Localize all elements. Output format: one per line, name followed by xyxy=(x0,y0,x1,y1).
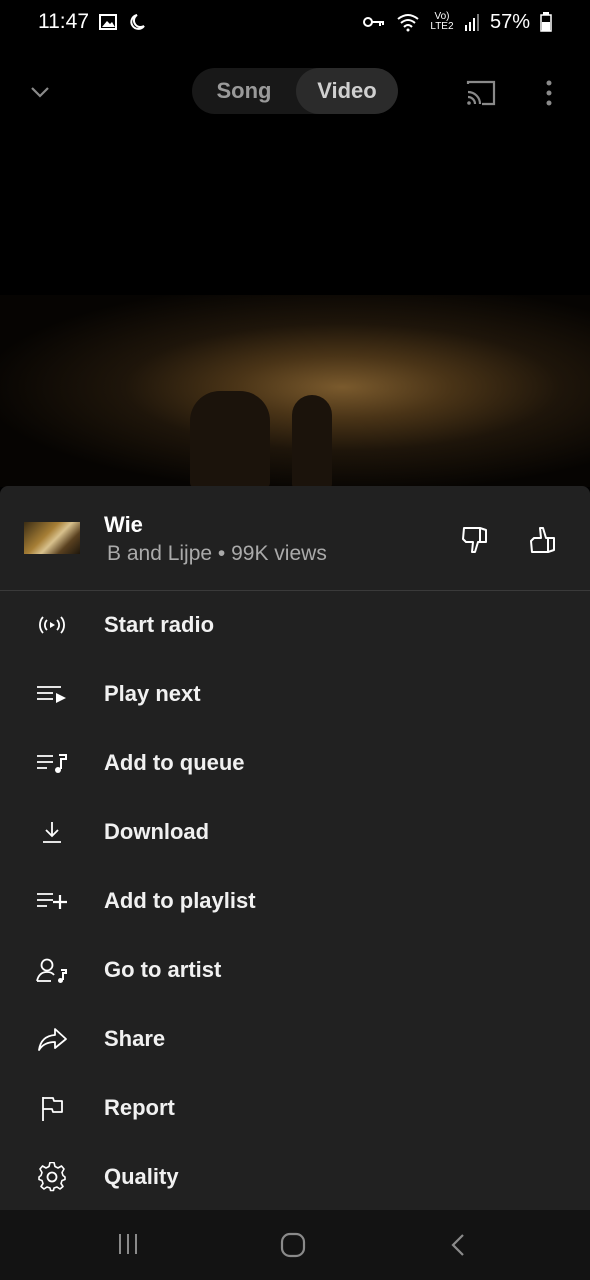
menu-item-add-to-playlist[interactable]: Add to playlist xyxy=(0,866,590,935)
menu-label-quality: Quality xyxy=(104,1163,179,1189)
track-subtitle: B and Lijpe • 99K views xyxy=(107,542,327,565)
menu-label-download: Download xyxy=(104,818,210,844)
back-icon[interactable] xyxy=(448,1232,468,1258)
queue-music-icon xyxy=(34,745,70,781)
system-nav-bar xyxy=(0,1210,590,1280)
thumb-up-icon[interactable] xyxy=(526,522,562,558)
battery-percent: 57% xyxy=(489,10,530,33)
key-icon xyxy=(362,17,384,27)
gallery-icon xyxy=(99,14,117,30)
menu-item-play-next[interactable]: Play next xyxy=(0,659,590,728)
status-left: 11:47 xyxy=(38,10,147,34)
video-figure-left xyxy=(190,391,270,487)
menu-label-share: Share xyxy=(104,1025,166,1051)
song-video-toggle: Song Video xyxy=(192,68,398,114)
status-right: Vo) LTE2 57% xyxy=(362,11,552,34)
radio-icon xyxy=(34,607,70,643)
share-icon xyxy=(34,1021,70,1057)
menu-label-play-next: Play next xyxy=(104,680,201,706)
gear-icon xyxy=(34,1159,70,1195)
track-title: Wie xyxy=(104,512,143,537)
battery-icon xyxy=(540,12,552,32)
menu-label-go-to-artist: Go to artist xyxy=(104,956,222,982)
menu-item-report[interactable]: Report xyxy=(0,1073,590,1142)
video-frame[interactable] xyxy=(0,295,590,487)
more-vert-icon[interactable] xyxy=(536,78,562,108)
bottom-sheet: Wie B and Lijpe • 99K views Start radio … xyxy=(0,486,590,1210)
status-bar: 11:47 Vo) LTE2 57% xyxy=(0,0,590,44)
play-next-icon xyxy=(34,676,70,712)
menu-label-add-to-queue: Add to queue xyxy=(104,749,245,775)
chevron-down-icon[interactable] xyxy=(26,78,54,106)
menu-item-add-to-queue[interactable]: Add to queue xyxy=(0,728,590,797)
wifi-icon xyxy=(397,14,419,32)
recents-icon[interactable] xyxy=(116,1232,140,1256)
status-time: 11:47 xyxy=(38,10,89,33)
home-icon[interactable] xyxy=(280,1232,306,1258)
menu-item-start-radio[interactable]: Start radio xyxy=(0,590,590,659)
download-icon xyxy=(34,814,70,850)
menu-item-share[interactable]: Share xyxy=(0,1004,590,1073)
menu-item-go-to-artist[interactable]: Go to artist xyxy=(0,935,590,1004)
signal-icon xyxy=(464,14,479,31)
tab-video[interactable]: Video xyxy=(296,68,398,114)
video-figure-right xyxy=(292,395,332,487)
thumb-down-icon[interactable] xyxy=(458,522,494,558)
cast-icon[interactable] xyxy=(464,78,498,108)
menu-label-add-to-playlist: Add to playlist xyxy=(104,887,256,913)
flag-icon xyxy=(34,1090,70,1126)
track-thumbnail xyxy=(24,522,80,554)
menu-item-download[interactable]: Download xyxy=(0,797,590,866)
action-menu: Start radio Play next Add to queue Downl… xyxy=(0,590,590,1211)
track-header: Wie B and Lijpe • 99K views xyxy=(0,486,590,591)
moon-icon xyxy=(130,14,145,30)
playlist-add-icon xyxy=(34,883,70,919)
tab-song[interactable]: Song xyxy=(192,68,296,114)
player-top-bar: Song Video xyxy=(0,68,590,116)
menu-item-quality[interactable]: Quality xyxy=(0,1142,590,1211)
menu-label-start-radio: Start radio xyxy=(104,611,215,637)
network-label: Vo) LTE2 xyxy=(430,11,454,32)
artist-icon xyxy=(34,952,70,988)
menu-label-report: Report xyxy=(104,1094,175,1120)
